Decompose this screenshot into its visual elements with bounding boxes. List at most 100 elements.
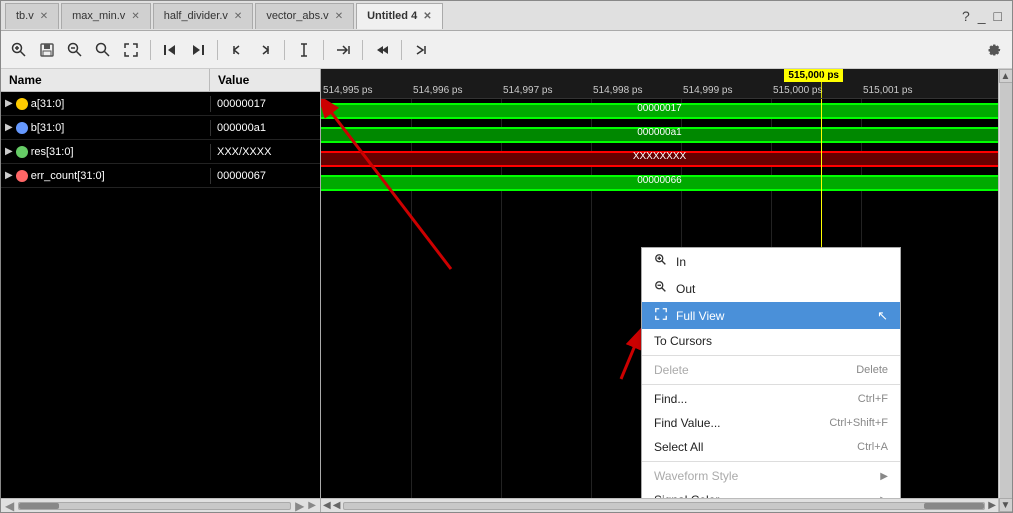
tab-close-tb-v[interactable]: ✕ xyxy=(40,11,48,22)
next-edge-button[interactable] xyxy=(186,38,210,62)
full-view-button[interactable] xyxy=(119,38,143,62)
signal-scroll-bar: ◀ ▶ ▶ xyxy=(1,498,320,512)
ctx-find-shortcut: Ctrl+F xyxy=(858,393,888,405)
settings-button[interactable] xyxy=(982,38,1006,62)
signal-icon-err xyxy=(16,170,28,182)
signal-value-a: 00000017 xyxy=(210,96,320,112)
signal-row-err[interactable]: ▶ err_count[31:0] 00000067 xyxy=(1,164,320,188)
ctx-divider-3 xyxy=(642,461,900,462)
next-cursor-button[interactable] xyxy=(253,38,277,62)
tab-vector-abs[interactable]: vector_abs.v ✕ xyxy=(255,3,354,29)
signal-row-b[interactable]: ▶ b[31:0] 000000a1 xyxy=(1,116,320,140)
help-button[interactable]: ? xyxy=(962,8,970,24)
ctx-delete-shortcut: Delete xyxy=(856,364,888,376)
time-label-4: 514,999 ps xyxy=(683,85,733,96)
ctx-full-view-icon xyxy=(654,307,668,324)
scroll-right2-icon[interactable]: ▶ xyxy=(308,500,316,511)
time-label-0: 514,995 ps xyxy=(323,85,373,96)
wave-label-a: 00000017 xyxy=(637,103,682,114)
ctx-select-all-label: Select All xyxy=(654,440,703,454)
zoom-in-button[interactable] xyxy=(7,38,31,62)
ctx-zoom-out-icon xyxy=(654,280,668,297)
ctx-find-value[interactable]: Find Value... Ctrl+Shift+F xyxy=(642,411,900,435)
cursor-pointer-icon: ↖ xyxy=(877,308,888,324)
vscroll-up-arrow[interactable]: ▲ xyxy=(999,69,1013,83)
ctx-select-all[interactable]: Select All Ctrl+A xyxy=(642,435,900,459)
tab-close-vector[interactable]: ✕ xyxy=(335,11,343,22)
wave-label-err: 00000066 xyxy=(637,175,682,186)
hscroll-left2-arrow[interactable]: ◀ xyxy=(333,500,341,511)
step-button[interactable] xyxy=(409,38,433,62)
signal-value-err: 00000067 xyxy=(210,168,320,184)
ctx-full-view[interactable]: Full View ↖ xyxy=(642,302,900,329)
signal-icon-b xyxy=(16,122,28,134)
ctx-to-cursors[interactable]: To Cursors xyxy=(642,329,900,353)
tab-close-untitled[interactable]: ✕ xyxy=(423,11,431,22)
tab-untitled-4[interactable]: Untitled 4 ✕ xyxy=(356,3,443,29)
signal-name-b: b[31:0] xyxy=(31,122,65,134)
zoom-out-button[interactable] xyxy=(63,38,87,62)
signal-header: Name Value xyxy=(1,69,320,92)
ctx-divider-2 xyxy=(642,384,900,385)
ctx-zoom-out[interactable]: Out xyxy=(642,275,900,302)
ctx-find[interactable]: Find... Ctrl+F xyxy=(642,387,900,411)
add-cursor-button[interactable] xyxy=(292,38,316,62)
expand-icon-a[interactable]: ▶ xyxy=(5,98,13,109)
expand-icon-err[interactable]: ▶ xyxy=(5,170,13,181)
ctx-signal-color[interactable]: Signal Color ▶ xyxy=(642,488,900,498)
time-label-3: 514,998 ps xyxy=(593,85,643,96)
hscroll-track[interactable] xyxy=(343,502,985,510)
scroll-left-icon[interactable]: ◀ xyxy=(5,499,14,513)
save-button[interactable] xyxy=(35,38,59,62)
time-ruler: 515,000 ps 514,995 ps 514,996 ps 514,997… xyxy=(321,69,998,99)
cursor-time-box: 515,000 ps xyxy=(784,69,843,82)
signal-name-a: a[31:0] xyxy=(31,98,65,110)
ctx-zoom-in-icon xyxy=(654,253,668,270)
ctx-waveform-style[interactable]: Waveform Style ▶ xyxy=(642,464,900,488)
ctx-delete[interactable]: Delete Delete xyxy=(642,358,900,382)
maximize-button[interactable]: □ xyxy=(994,8,1002,24)
zoom-fit-button[interactable] xyxy=(91,38,115,62)
ctx-waveform-style-label: Waveform Style xyxy=(654,469,738,483)
ctx-signal-color-label: Signal Color xyxy=(654,493,719,498)
prev-edge-button[interactable] xyxy=(158,38,182,62)
app-window: tb.v ✕ max_min.v ✕ half_divider.v ✕ vect… xyxy=(0,0,1013,513)
tab-half-divider[interactable]: half_divider.v ✕ xyxy=(153,3,254,29)
rewind-button[interactable] xyxy=(370,38,394,62)
ctx-find-value-label: Find Value... xyxy=(654,416,720,430)
toolbar xyxy=(1,31,1012,69)
value-column-header: Value xyxy=(210,69,320,91)
vscroll-track[interactable] xyxy=(1000,83,1012,498)
vscroll-down-arrow[interactable]: ▼ xyxy=(999,498,1013,512)
signal-name-err: err_count[31:0] xyxy=(31,170,105,182)
time-label-2: 514,997 ps xyxy=(503,85,553,96)
signal-row-a[interactable]: ▶ a[31:0] 00000017 xyxy=(1,92,320,116)
waveform-area[interactable]: 00000017 000000a1 XXXXXXXX 00000066 xyxy=(321,99,998,498)
scroll-right-icon[interactable]: ▶ xyxy=(295,499,304,513)
tab-max-min-v[interactable]: max_min.v ✕ xyxy=(61,3,151,29)
goto-button[interactable] xyxy=(331,38,355,62)
prev-cursor-button[interactable] xyxy=(225,38,249,62)
ctx-select-all-shortcut: Ctrl+A xyxy=(857,441,888,453)
ctx-full-view-label: Full View xyxy=(676,309,724,323)
signal-row-res[interactable]: ▶ res[31:0] XXX/XXXX xyxy=(1,140,320,164)
expand-icon-res[interactable]: ▶ xyxy=(5,146,13,157)
tab-tb-v[interactable]: tb.v ✕ xyxy=(5,3,59,29)
tab-close-max-min[interactable]: ✕ xyxy=(131,11,139,22)
time-label-1: 514,996 ps xyxy=(413,85,463,96)
tab-bar: tb.v ✕ max_min.v ✕ half_divider.v ✕ vect… xyxy=(1,1,1012,31)
wave-label-res: XXXXXXXX xyxy=(633,151,686,162)
expand-icon-b[interactable]: ▶ xyxy=(5,122,13,133)
hscroll-left-arrow[interactable]: ◀ xyxy=(323,500,331,511)
ctx-signal-color-arrow: ▶ xyxy=(880,495,888,499)
waveform-panel[interactable]: 515,000 ps 514,995 ps 514,996 ps 514,997… xyxy=(321,69,998,512)
main-area: Name Value ▶ a[31:0] 00000017 ▶ b[ xyxy=(1,69,1012,512)
ctx-divider-1 xyxy=(642,355,900,356)
ctx-delete-label: Delete xyxy=(654,363,689,377)
ctx-zoom-in-label: In xyxy=(676,255,686,269)
name-column-header: Name xyxy=(1,69,210,91)
tab-close-half[interactable]: ✕ xyxy=(234,11,242,22)
minimize-button[interactable]: _ xyxy=(978,8,986,24)
hscroll-right-arrow[interactable]: ▶ xyxy=(988,500,996,511)
ctx-zoom-in[interactable]: In xyxy=(642,248,900,275)
